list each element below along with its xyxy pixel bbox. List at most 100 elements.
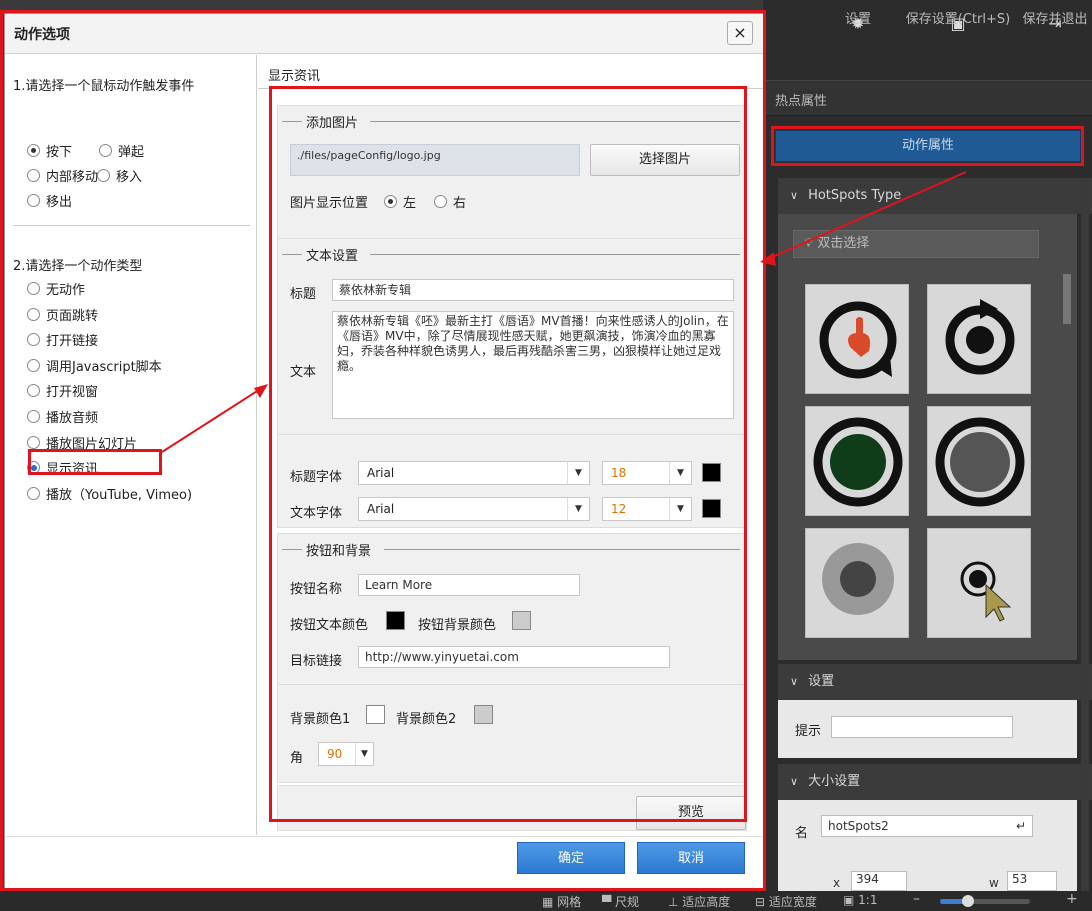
status-bar: ▦ 网格 ▀ 尺规 ⊥ 适应高度 ⊟ 适应宽度 ▣ 1:1 – + bbox=[0, 891, 1092, 911]
text-color-swatch[interactable] bbox=[702, 499, 721, 518]
settings-section-label: 设置 bbox=[808, 674, 835, 689]
button-name-input[interactable]: Learn More bbox=[358, 574, 580, 596]
ratio-button[interactable]: ▣ 1:1 bbox=[843, 893, 877, 907]
text-font-select[interactable]: Arial ▼ bbox=[358, 497, 590, 521]
btn-bg-color-swatch[interactable] bbox=[512, 611, 531, 630]
action-option-label: 打开链接 bbox=[46, 334, 99, 350]
preview-button[interactable]: 预览 bbox=[636, 796, 746, 830]
zoom-slider-handle[interactable] bbox=[962, 895, 974, 907]
add-image-legend: 添加图片 bbox=[304, 112, 361, 131]
panel-scrollbar[interactable] bbox=[1081, 178, 1089, 891]
action-option[interactable]: 打开链接 bbox=[27, 330, 98, 349]
double-click-select-field[interactable]: 💡︎ 双击选择 bbox=[793, 230, 1039, 258]
w-input[interactable]: 53 bbox=[1007, 871, 1057, 891]
save-exit-button[interactable]: ⇥ 保存并退出 bbox=[1015, 0, 1092, 80]
action-option[interactable]: 播放音频 bbox=[27, 407, 98, 426]
action-option[interactable]: 显示资讯 bbox=[27, 458, 98, 477]
action-option[interactable]: 打开视窗 bbox=[27, 381, 98, 400]
action-option[interactable]: 播放图片幻灯片 bbox=[27, 433, 137, 452]
hint-input[interactable] bbox=[831, 716, 1013, 738]
target-link-input[interactable]: http://www.yinyuetai.com bbox=[358, 646, 670, 668]
grid-icon: ▦ bbox=[542, 895, 558, 909]
action-option-label: 页面跳转 bbox=[46, 308, 99, 324]
title-label: 标题 bbox=[290, 287, 317, 302]
hotspots-type-header[interactable]: ∨ HotSpots Type bbox=[778, 178, 1092, 214]
title-font-select[interactable]: Arial ▼ bbox=[358, 461, 590, 485]
hotspot-type-tile-green[interactable] bbox=[805, 406, 909, 516]
hotspot-type-tile-hand[interactable] bbox=[805, 284, 909, 394]
hotspot-properties-tab[interactable]: 热点属性 bbox=[775, 90, 827, 109]
bg-color1-swatch[interactable] bbox=[366, 705, 385, 724]
hotspot-type-tile-pointer[interactable] bbox=[927, 528, 1031, 638]
title-size-select[interactable]: 18 ▼ bbox=[602, 461, 692, 485]
size-section-header[interactable]: ∨ 大小设置 bbox=[778, 764, 1092, 800]
cancel-button[interactable]: 取消 bbox=[637, 842, 745, 874]
zoom-slider[interactable] bbox=[940, 895, 1030, 907]
hotspot-type-tile-soft[interactable] bbox=[805, 528, 909, 638]
grid-label: 网格 bbox=[557, 895, 582, 909]
action-properties-button[interactable]: 动作属性 bbox=[775, 130, 1081, 162]
settings-button[interactable]: ✹ 设置 bbox=[833, 0, 883, 80]
fit-width-label: 适应宽度 bbox=[768, 895, 817, 909]
x-label: x bbox=[833, 876, 841, 890]
hotspot-type-tile-gray[interactable] bbox=[927, 406, 1031, 516]
image-path-field[interactable]: ./files/pageConfig/logo.jpg bbox=[290, 144, 580, 176]
trigger-inner-move[interactable]: 内部移动 bbox=[27, 166, 98, 185]
radio-icon bbox=[27, 282, 40, 295]
image-position-left[interactable]: 左 bbox=[384, 192, 416, 211]
step2-heading: 2.请选择一个动作类型 bbox=[13, 259, 143, 274]
action-option[interactable]: 无动作 bbox=[27, 279, 85, 298]
name-value: hotSpots2 bbox=[828, 819, 889, 833]
text-textarea[interactable]: 蔡依林新专辑《呸》最新主打《唇语》MV首播！向来性感诱人的Jolin，在《唇语》… bbox=[332, 311, 734, 419]
grid-toggle[interactable]: ▦ 网格 bbox=[542, 893, 581, 910]
trigger-label: 移出 bbox=[46, 195, 73, 210]
hotspot-type-tile-rotate[interactable] bbox=[927, 284, 1031, 394]
name-label: 名 bbox=[795, 826, 809, 841]
trigger-move-in[interactable]: 移入 bbox=[97, 166, 142, 185]
text-font-value: Arial bbox=[367, 502, 395, 516]
trigger-release[interactable]: 弹起 bbox=[99, 141, 144, 160]
name-input[interactable]: hotSpots2 ↵ bbox=[821, 815, 1033, 837]
dialog-title-bar: 动作选项 bbox=[5, 14, 763, 54]
title-input[interactable]: 蔡依林新专辑 bbox=[332, 279, 734, 301]
ruler-icon: ▀ bbox=[602, 895, 616, 909]
trigger-move-out[interactable]: 移出 bbox=[27, 191, 72, 210]
angle-select[interactable]: 90 ▼ bbox=[318, 742, 374, 766]
btn-text-color-swatch[interactable] bbox=[386, 611, 405, 630]
x-input[interactable]: 394 bbox=[851, 871, 907, 891]
action-option[interactable]: 调用Javascript脚本 bbox=[27, 356, 162, 375]
save-settings-button[interactable]: ▣ 保存设置(Ctrl+S) bbox=[893, 0, 1023, 80]
trigger-label: 弹起 bbox=[118, 145, 145, 160]
image-position-right[interactable]: 右 bbox=[434, 192, 466, 211]
bg-color1-label: 背景颜色1 bbox=[290, 712, 351, 727]
bg-color2-swatch[interactable] bbox=[474, 705, 493, 724]
add-image-section: 添加图片 ./files/pageConfig/logo.jpg 选择图片 图片… bbox=[277, 105, 747, 253]
button-background-section: 按钮和背景 按钮名称 Learn More 按钮文本颜色 按钮背景颜色 目标链接… bbox=[277, 533, 747, 783]
close-button[interactable]: × bbox=[727, 21, 753, 45]
bg-color2-label: 背景颜色2 bbox=[396, 712, 457, 727]
hand-rotate-icon bbox=[819, 301, 897, 379]
save-label: 保存设置(Ctrl+S) bbox=[905, 12, 1011, 27]
ok-button[interactable]: 确定 bbox=[517, 842, 625, 874]
fit-width-button[interactable]: ⊟ 适应宽度 bbox=[755, 893, 817, 910]
divider bbox=[258, 88, 764, 89]
dblclick-select-label: 双击选择 bbox=[817, 236, 870, 251]
zoom-out-button[interactable]: – bbox=[913, 891, 920, 907]
title-color-swatch[interactable] bbox=[702, 463, 721, 482]
scrollbar[interactable] bbox=[1063, 274, 1071, 324]
text-label: 文本 bbox=[290, 365, 317, 380]
choose-image-button[interactable]: 选择图片 bbox=[590, 144, 740, 176]
radio-icon bbox=[27, 333, 40, 347]
text-size-select[interactable]: 12 ▼ bbox=[602, 497, 692, 521]
zoom-in-button[interactable]: + bbox=[1066, 891, 1078, 907]
ruler-label: 尺规 bbox=[615, 895, 640, 909]
settings-section-header[interactable]: ∨ 设置 bbox=[778, 664, 1092, 700]
fit-height-button[interactable]: ⊥ 适应高度 bbox=[668, 893, 730, 910]
action-option[interactable]: 播放（YouTube, Vimeo) bbox=[27, 484, 192, 503]
dropdown-arrow-icon: ▼ bbox=[669, 462, 691, 484]
trigger-press[interactable]: 按下 bbox=[27, 141, 72, 160]
ruler-toggle[interactable]: ▀ 尺规 bbox=[602, 893, 639, 910]
text-size-value: 12 bbox=[611, 502, 627, 516]
close-icon: × bbox=[733, 23, 747, 42]
action-option[interactable]: 页面跳转 bbox=[27, 305, 98, 324]
